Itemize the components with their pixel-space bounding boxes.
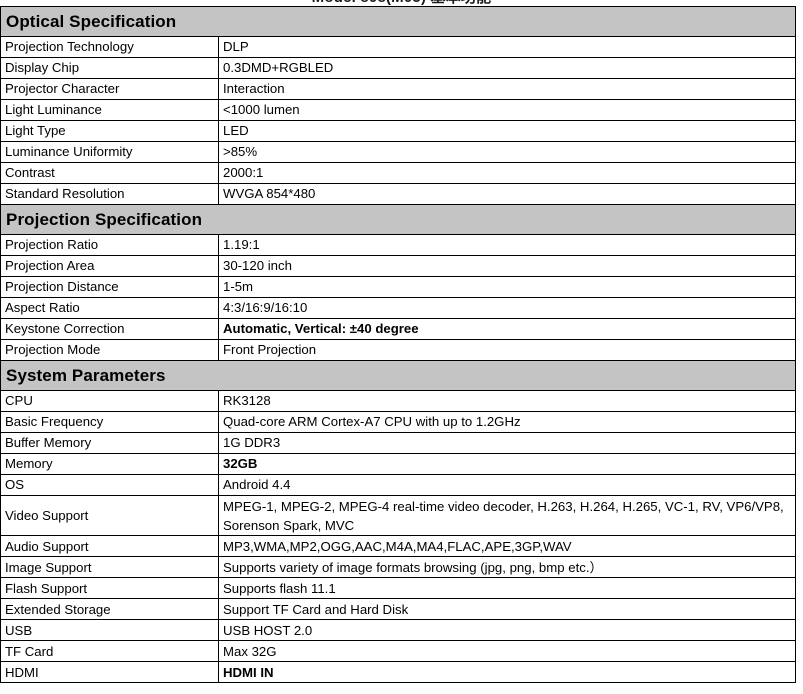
spec-label: Aspect Ratio: [0, 297, 219, 319]
spec-row: Basic Frequency Quad-core ARM Cortex-A7 C…: [0, 411, 796, 433]
spec-row: Memory 32GB: [0, 453, 796, 475]
spec-value: Automatic, Vertical: ±40 degree: [218, 318, 796, 340]
spec-label: Projector Character: [0, 78, 219, 100]
spec-value: HDMI IN: [218, 661, 796, 684]
spec-label: USB: [0, 619, 219, 642]
spec-value: 0.3DMD+RGBLED: [218, 57, 796, 79]
spec-label: Extended Storage: [0, 598, 219, 621]
spec-label: Buffer Memory: [0, 432, 219, 454]
spec-value: Supports variety of image formats browsi…: [218, 556, 796, 579]
spec-label: Light Luminance: [0, 99, 219, 121]
spec-value: 1G DDR3: [218, 432, 796, 454]
spec-value: WVGA 854*480: [218, 183, 796, 205]
spec-label: Projection Distance: [0, 276, 219, 298]
spec-row: Light Type LED: [0, 120, 796, 142]
document-title: Model 808(M05) 基本功能: [0, 0, 803, 6]
spec-label: Video Support: [0, 494, 219, 537]
spec-value: 4:3/16:9/16:10: [218, 297, 796, 319]
spec-label: Flash Support: [0, 577, 219, 600]
spec-label: Audio Support: [0, 535, 219, 558]
spec-row: Contrast 2000:1: [0, 162, 796, 184]
spec-row: USB USB HOST 2.0: [0, 619, 796, 642]
spec-value: Support TF Card and Hard Disk: [218, 598, 796, 621]
spec-row: Light Luminance <1000 lumen: [0, 99, 796, 121]
spec-value: Android 4.4: [218, 474, 796, 496]
spec-label: Basic Frequency: [0, 411, 219, 433]
spec-row: OS Android 4.4: [0, 474, 796, 496]
spec-label: Contrast: [0, 162, 219, 184]
spec-label: Projection Ratio: [0, 234, 219, 256]
spec-value: 30-120 inch: [218, 255, 796, 277]
section-header-row: Projection Specification: [0, 204, 796, 235]
spec-value: Interaction: [218, 78, 796, 100]
spec-label: Projection Technology: [0, 36, 219, 58]
spec-row: HDMI HDMI IN: [0, 661, 796, 684]
spec-row: Projection Ratio 1.19:1: [0, 234, 796, 256]
spec-value: 32GB: [218, 453, 796, 475]
spec-row: Aspect Ratio 4:3/16:9/16:10: [0, 297, 796, 319]
section-heading-optical-specification: Optical Specification: [0, 6, 796, 37]
spec-row: Projection Technology DLP: [0, 36, 796, 58]
section-header-row: System Parameters: [0, 360, 796, 391]
spec-label: HDMI: [0, 661, 219, 684]
section-heading-projection-specification: Projection Specification: [0, 204, 796, 235]
spec-value: MPEG-1, MPEG-2, MPEG-4 real-time video d…: [218, 494, 796, 537]
spec-value: Quad-core ARM Cortex-A7 CPU with up to 1…: [218, 411, 796, 433]
spec-value: Front Projection: [218, 339, 796, 361]
spec-label: Standard Resolution: [0, 183, 219, 205]
spec-value: 2000:1: [218, 162, 796, 184]
spec-label: TF Card: [0, 640, 219, 663]
spec-row: Flash Support Supports flash 11.1: [0, 577, 796, 600]
spec-value: Supports flash 11.1: [218, 577, 796, 600]
spec-label: Keystone Correction: [0, 318, 219, 340]
spec-label: Display Chip: [0, 57, 219, 79]
section-header-row: Optical Specification: [0, 6, 796, 37]
spec-label: Projection Mode: [0, 339, 219, 361]
spec-value: RK3128: [218, 390, 796, 412]
spec-value: 1.19:1: [218, 234, 796, 256]
spec-value: MP3,WMA,MP2,OGG,AAC,M4A,MA4,FLAC,APE,3GP…: [218, 535, 796, 558]
spec-value: Max 32G: [218, 640, 796, 663]
spec-label: Image Support: [0, 556, 219, 579]
spec-value: LED: [218, 120, 796, 142]
spec-row: Buffer Memory 1G DDR3: [0, 432, 796, 454]
spec-label: Luminance Uniformity: [0, 141, 219, 163]
spec-row: Image Support Supports variety of image f…: [0, 556, 796, 579]
spec-label: Memory: [0, 453, 219, 475]
spec-value: 1-5m: [218, 276, 796, 298]
spec-label: Projection Area: [0, 255, 219, 277]
spec-row: Display Chip 0.3DMD+RGBLED: [0, 57, 796, 79]
section-heading-system-parameters: System Parameters: [0, 360, 796, 391]
spec-row: Projection Mode Front Projection: [0, 339, 796, 361]
spec-value: DLP: [218, 36, 796, 58]
spec-value: <1000 lumen: [218, 99, 796, 121]
document-title-strip: Model 808(M05) 基本功能: [0, 0, 803, 6]
spec-row: Audio Support MP3,WMA,MP2,OGG,AAC,M4A,MA4…: [0, 535, 796, 558]
spec-row: Projection Area 30-120 inch: [0, 255, 796, 277]
spec-row: TF Card Max 32G: [0, 640, 796, 663]
specification-table: Optical Specification Projection Technolo…: [0, 6, 796, 684]
spec-label: CPU: [0, 390, 219, 412]
specification-table-body: Optical Specification Projection Technolo…: [0, 6, 796, 684]
spec-label: OS: [0, 474, 219, 496]
spec-row: Video Support MPEG-1, MPEG-2, MPEG-4 real…: [0, 494, 796, 537]
spec-label: Light Type: [0, 120, 219, 142]
spec-value: >85%: [218, 141, 796, 163]
specification-sheet: Model 808(M05) 基本功能 Optical Specificatio…: [0, 0, 803, 694]
spec-row: Keystone Correction Automatic, Vertical: …: [0, 318, 796, 340]
spec-row: Luminance Uniformity >85%: [0, 141, 796, 163]
spec-row: Projector Character Interaction: [0, 78, 796, 100]
spec-value: USB HOST 2.0: [218, 619, 796, 642]
spec-row: CPU RK3128: [0, 390, 796, 412]
spec-row: Projection Distance 1-5m: [0, 276, 796, 298]
spec-row: Extended Storage Support TF Card and Hard…: [0, 598, 796, 621]
spec-row: Standard Resolution WVGA 854*480: [0, 183, 796, 205]
